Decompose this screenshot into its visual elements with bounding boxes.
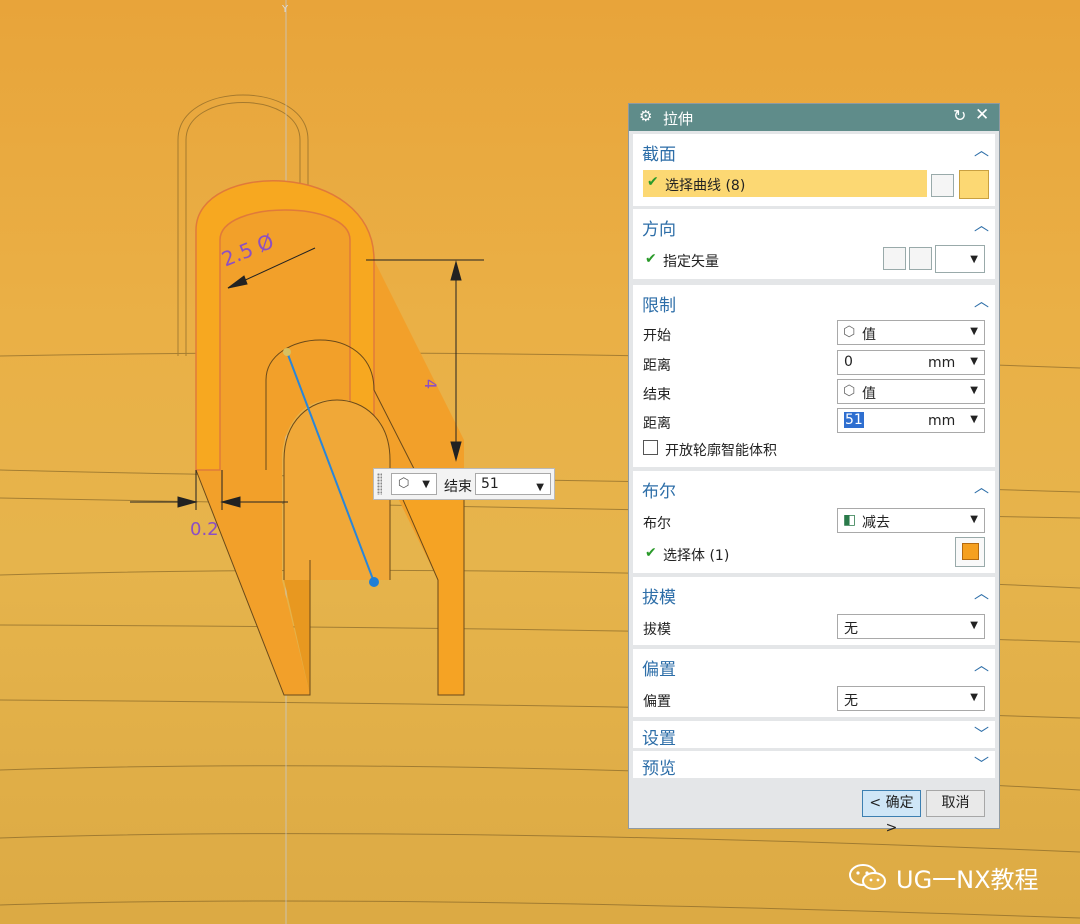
- chevron-down-icon: ▼: [970, 385, 978, 396]
- collapse-up-icon[interactable]: ︿: [974, 139, 989, 160]
- select-curve-label: 选择曲线 (8): [665, 178, 746, 194]
- offset-value: 无: [844, 693, 858, 709]
- reset-icon[interactable]: ↻: [953, 106, 966, 125]
- check-icon: ✔: [645, 251, 657, 267]
- chevron-down-icon: ▼: [970, 414, 978, 425]
- body-select-icon[interactable]: [955, 537, 985, 567]
- draft-value: 无: [844, 621, 858, 637]
- sketch-section-icon[interactable]: [931, 174, 954, 197]
- preview-panel[interactable]: 预览 ﹀: [633, 751, 995, 779]
- curve-select-icon[interactable]: [959, 170, 989, 199]
- y-axis-label: Y: [281, 4, 289, 15]
- limit-type-dropdown[interactable]: ⬡ ▼: [391, 473, 437, 495]
- draft-panel: 拔模 ︿ 拔模 无 ▼: [633, 577, 995, 645]
- boolean-panel: 布尔 ︿ 布尔 ◧ 减去 ▼ ✔ 选择体 (1): [633, 471, 995, 573]
- vector-start-handle[interactable]: [283, 348, 291, 356]
- mini-end-value: 51: [481, 476, 499, 492]
- check-icon: ✔: [645, 545, 657, 561]
- collapse-up-icon[interactable]: ︿: [974, 214, 989, 235]
- draft-select[interactable]: 无 ▼: [837, 614, 985, 639]
- gear-icon[interactable]: ⚙: [639, 107, 652, 125]
- chevron-down-icon: ▼: [536, 482, 544, 493]
- offset-select[interactable]: 无 ▼: [837, 686, 985, 711]
- limits-panel: 限制 ︿ 开始 ⬡ 值 ▼ 距离 0 mm ▼ 结束 ⬡ 值 ▼ 距离 51 m…: [633, 285, 995, 467]
- end-distance-input[interactable]: 51 mm ▼: [837, 408, 985, 433]
- boolean-label: 布尔: [643, 516, 671, 532]
- cube-value-icon: ⬡: [843, 324, 856, 340]
- ok-button[interactable]: < 确定 >: [862, 790, 921, 836]
- reverse-direction-icon[interactable]: [883, 247, 906, 270]
- chevron-down-icon: ▼: [970, 620, 978, 631]
- floating-limit-toolbar: ⬡ ▼ 结束 51 ▼: [373, 468, 555, 500]
- chevron-down-icon: ▼: [970, 692, 978, 703]
- end-distance-value: 51: [844, 412, 864, 428]
- graphics-viewport[interactable]: Y 2.5 Ø 4 0.2 ⬡ ▼ 结束 51 ▼ ⚙ 拉伸 ↻ ✕ 截面 ︿ …: [0, 0, 1080, 924]
- end-distance-label: 距离: [643, 416, 671, 432]
- start-distance-input[interactable]: 0 mm ▼: [837, 350, 985, 375]
- chevron-down-icon: ▼: [970, 514, 978, 525]
- section-panel: 截面 ︿ ✔ 选择曲线 (8): [633, 134, 995, 206]
- boolean-select[interactable]: ◧ 减去 ▼: [837, 508, 985, 533]
- start-distance-label: 距离: [643, 358, 671, 374]
- drag-grip-icon[interactable]: [377, 473, 382, 495]
- dim-thickness-label: 0.2: [190, 519, 219, 540]
- close-icon[interactable]: ✕: [975, 105, 989, 125]
- collapse-up-icon[interactable]: ︿: [974, 290, 989, 311]
- dialog-title: 拉伸: [663, 110, 694, 128]
- check-icon: ✔: [647, 174, 659, 190]
- select-curve-row[interactable]: ✔ 选择曲线 (8): [643, 170, 927, 197]
- section-title[interactable]: 截面: [642, 140, 676, 165]
- mini-end-label: 结束: [444, 479, 472, 495]
- cube-value-icon: ⬡: [843, 383, 856, 399]
- cancel-button[interactable]: 取消: [926, 790, 985, 817]
- end-type-value: 值: [862, 386, 876, 402]
- open-profile-label: 开放轮廓智能体积: [665, 443, 777, 459]
- chevron-down-icon: ▼: [970, 356, 978, 367]
- boolean-value: 减去: [862, 515, 890, 531]
- open-profile-checkbox[interactable]: [643, 440, 658, 455]
- expand-down-icon[interactable]: ﹀: [974, 753, 989, 774]
- settings-title[interactable]: 设置: [642, 724, 676, 749]
- end-type-select[interactable]: ⬡ 值 ▼: [837, 379, 985, 404]
- chevron-down-icon: ▼: [970, 326, 978, 337]
- mini-end-value-input[interactable]: 51 ▼: [475, 473, 551, 495]
- watermark-text: UG一NX教程: [896, 866, 1039, 894]
- select-body-label: 选择体 (1): [663, 548, 730, 564]
- vector-type-dropdown[interactable]: ▼: [935, 245, 985, 273]
- start-label: 开始: [643, 328, 671, 344]
- boolean-title[interactable]: 布尔: [642, 477, 676, 502]
- preview-title[interactable]: 预览: [642, 754, 676, 779]
- dialog-titlebar[interactable]: ⚙ 拉伸 ↻ ✕: [629, 104, 999, 131]
- subtract-icon: ◧: [843, 512, 857, 528]
- start-distance-value: 0: [844, 354, 853, 370]
- offset-panel: 偏置 ︿ 偏置 无 ▼: [633, 649, 995, 717]
- collapse-up-icon[interactable]: ︿: [974, 582, 989, 603]
- expand-down-icon[interactable]: ﹀: [974, 723, 989, 744]
- collapse-up-icon[interactable]: ︿: [974, 654, 989, 675]
- dim-height-label: 4: [421, 379, 440, 389]
- vector-dialog-icon[interactable]: [909, 247, 932, 270]
- wechat-icon: [849, 864, 886, 890]
- end-label: 结束: [643, 387, 671, 403]
- specify-vector-label: 指定矢量: [663, 254, 719, 270]
- offset-label: 偏置: [643, 694, 671, 710]
- settings-panel[interactable]: 设置 ﹀: [633, 721, 995, 749]
- start-type-select[interactable]: ⬡ 值 ▼: [837, 320, 985, 345]
- direction-panel: 方向 ︿ ✔ 指定矢量 ▼: [633, 209, 995, 279]
- direction-title[interactable]: 方向: [642, 215, 676, 240]
- draft-title[interactable]: 拔模: [642, 583, 676, 608]
- cube-value-icon: ⬡: [398, 476, 410, 491]
- start-unit: mm: [928, 355, 956, 371]
- vector-end-handle[interactable]: [369, 577, 379, 587]
- collapse-up-icon[interactable]: ︿: [974, 476, 989, 497]
- limits-title[interactable]: 限制: [642, 291, 676, 316]
- offset-title[interactable]: 偏置: [642, 655, 676, 680]
- chevron-down-icon: ▼: [970, 254, 978, 265]
- draft-label: 拔模: [643, 622, 671, 638]
- start-type-value: 值: [862, 327, 876, 343]
- extrude-dialog: ⚙ 拉伸 ↻ ✕ 截面 ︿ ✔ 选择曲线 (8) 方向 ︿ ✔ 指定矢量 ▼ 限…: [628, 103, 1000, 836]
- end-unit: mm: [928, 413, 956, 429]
- chevron-down-icon: ▼: [422, 479, 430, 490]
